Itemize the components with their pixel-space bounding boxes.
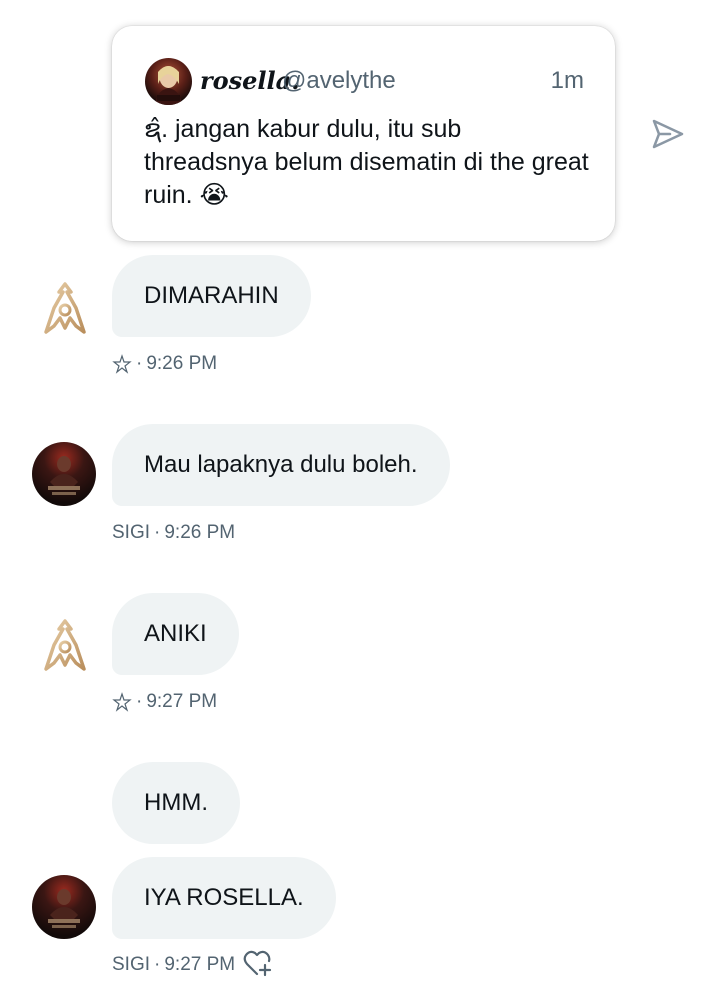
meta-separator: ·: [154, 954, 161, 975]
golden-emblem-logo[interactable]: [40, 619, 90, 673]
sender-name: SIGI: [112, 522, 151, 543]
star-icon: [112, 692, 132, 712]
message-time: 9:27 PM: [164, 954, 236, 975]
meta-separator: ·: [136, 353, 143, 374]
send-icon[interactable]: [650, 116, 686, 152]
star-icon: [112, 354, 132, 374]
message-meta: · 9:27 PM: [112, 690, 217, 714]
message-meta: SIGI · 9:26 PM: [112, 521, 235, 545]
golden-emblem-logo[interactable]: [40, 282, 90, 336]
add-reaction-heart-icon[interactable]: [243, 949, 273, 977]
dark-book-cover-avatar[interactable]: [32, 442, 96, 506]
message-time: 9:27 PM: [146, 691, 218, 712]
message-bubble[interactable]: Mau lapaknya dulu boleh.: [112, 424, 450, 506]
quote-timestamp: 1m: [550, 67, 584, 94]
message-time: 9:26 PM: [146, 353, 218, 374]
message-time: 9:26 PM: [164, 522, 236, 543]
quote-text: ຊ̂. jangan kabur dulu, itu sub threadsny…: [144, 115, 589, 209]
meta-separator: ·: [154, 522, 161, 543]
message-meta: · 9:26 PM: [112, 352, 217, 376]
quote-author-handle[interactable]: @avelythe: [282, 66, 396, 96]
message-bubble[interactable]: DIMARAHIN: [112, 255, 311, 337]
quote-author-avatar[interactable]: [145, 58, 192, 105]
message-bubble[interactable]: IYA ROSELLA.: [112, 857, 336, 939]
quoted-post-card[interactable]: rosella. @avelythe 1m ຊ̂. jangan kabur d…: [112, 26, 615, 241]
sender-name: SIGI: [112, 954, 151, 975]
dark-book-cover-avatar[interactable]: [32, 875, 96, 939]
message-meta: SIGI · 9:27 PM: [112, 953, 235, 977]
message-bubble[interactable]: ANIKI: [112, 593, 239, 675]
meta-separator: ·: [136, 691, 143, 712]
message-bubble[interactable]: HMM.: [112, 762, 240, 844]
